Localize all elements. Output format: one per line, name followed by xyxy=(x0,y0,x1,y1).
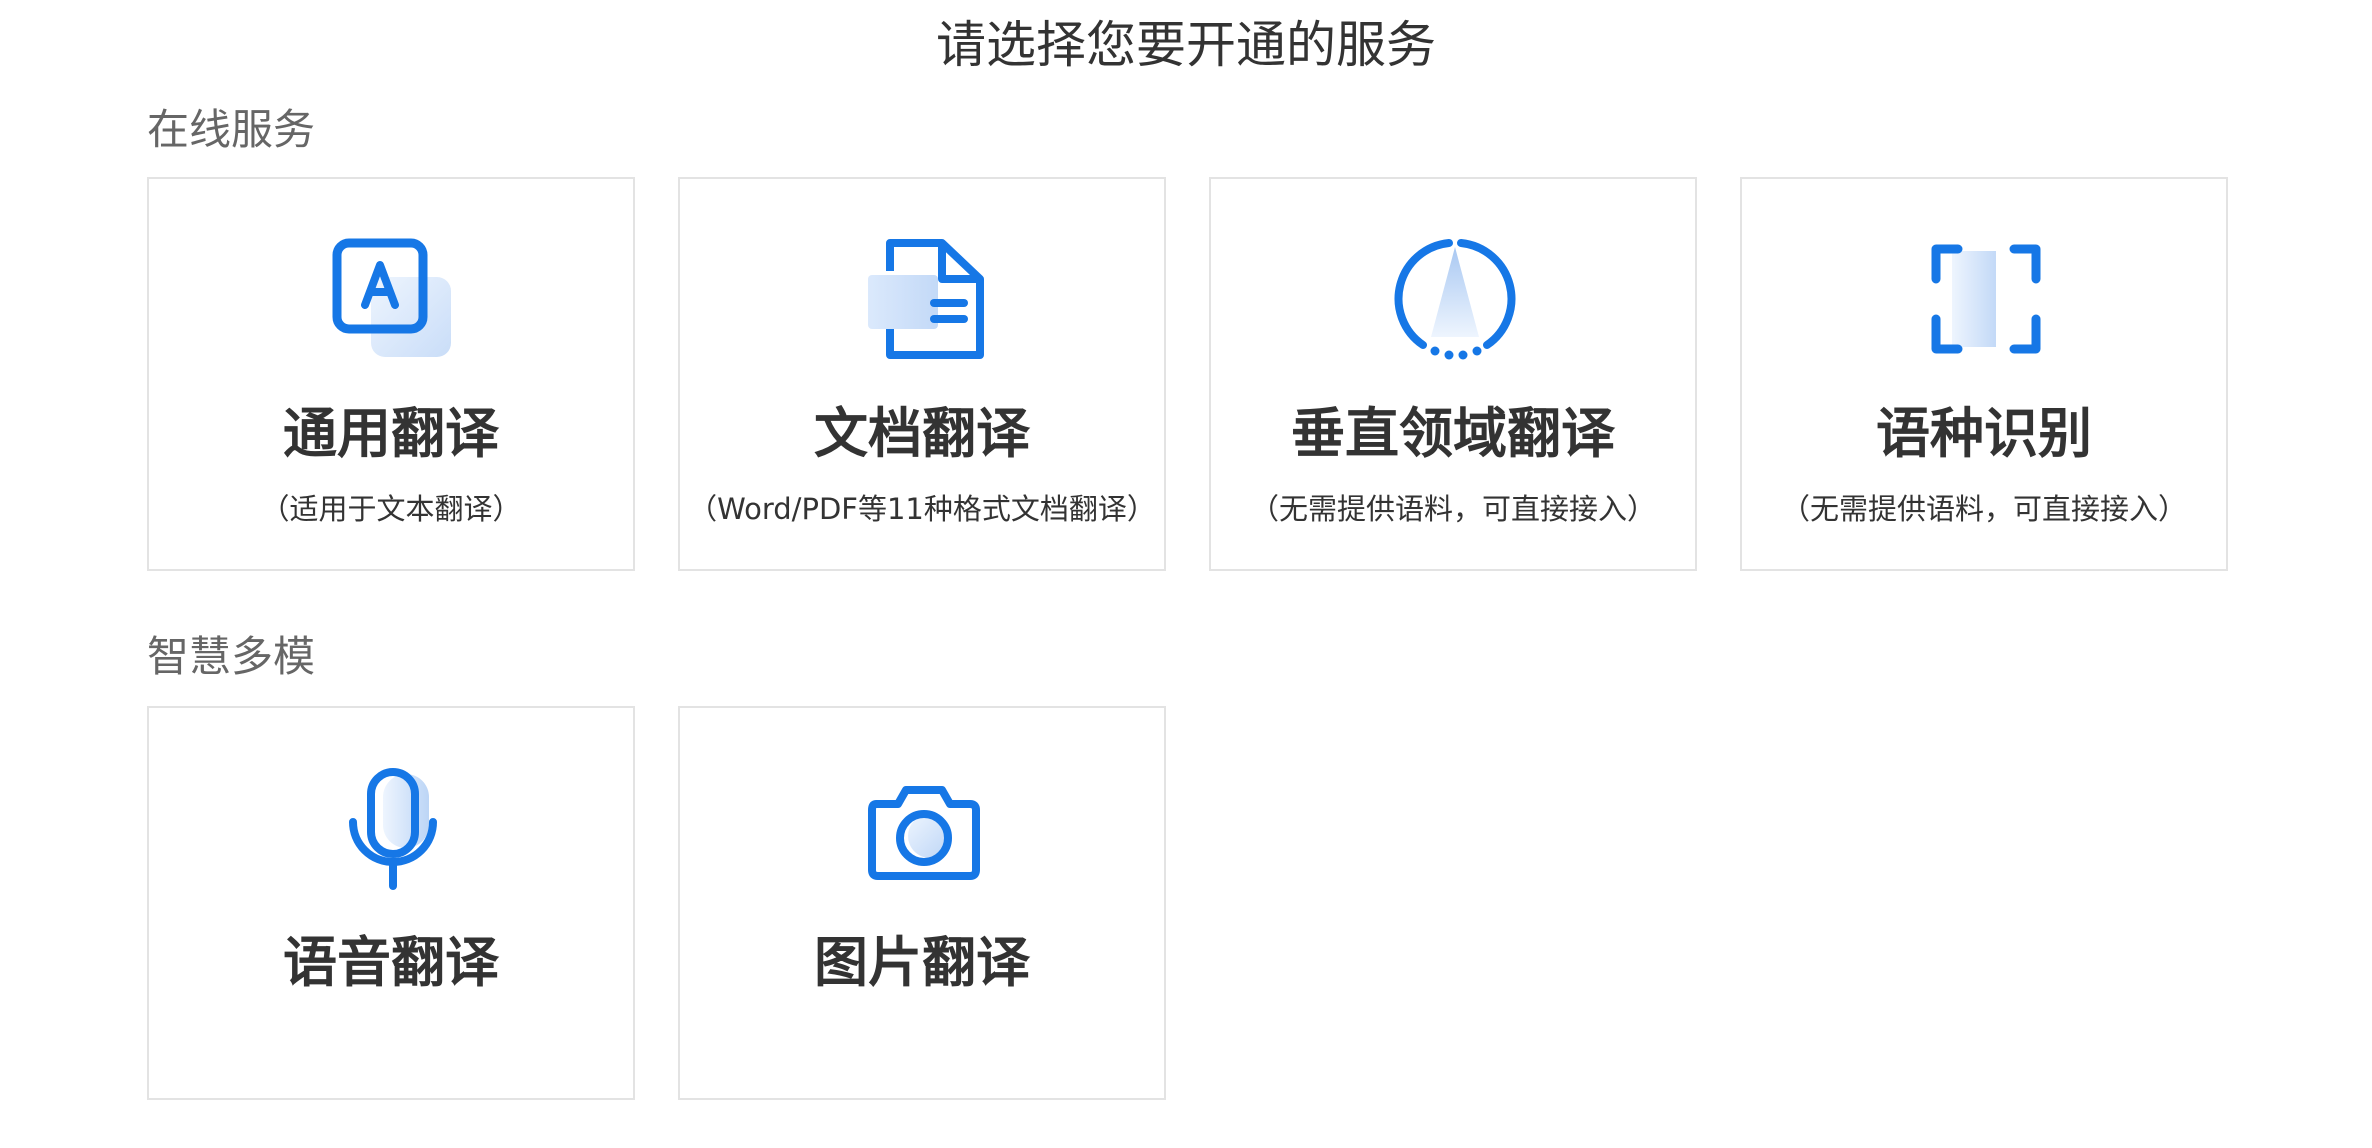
service-card-vertical-domain-translation[interactable]: 垂直领域翻译 （无需提供语料，可直接接入） xyxy=(1209,177,1697,571)
card-description: （无需提供语料，可直接接入） xyxy=(1780,492,2187,526)
card-title: 语种识别 xyxy=(1876,402,2092,465)
card-description: （Word/PDF等11种格式文档翻译） xyxy=(688,492,1156,526)
card-description: （无需提供语料，可直接接入） xyxy=(1249,492,1656,526)
service-card-general-translation[interactable]: 通用翻译 （适用于文本翻译） xyxy=(147,177,635,571)
service-card-image-translation[interactable]: 图片翻译 xyxy=(678,706,1166,1100)
section-label-smart-multimodal: 智慧多模 xyxy=(147,632,316,681)
card-title: 图片翻译 xyxy=(814,931,1030,994)
card-title: 垂直领域翻译 xyxy=(1291,402,1615,465)
service-card-language-identification[interactable]: 语种识别 （无需提供语料，可直接接入） xyxy=(1740,177,2228,571)
service-card-document-translation[interactable]: 文档翻译 （Word/PDF等11种格式文档翻译） xyxy=(678,177,1166,571)
card-description: （适用于文本翻译） xyxy=(260,492,522,526)
card-title: 语音翻译 xyxy=(283,931,499,994)
microphone-icon xyxy=(331,766,455,890)
camera-icon xyxy=(862,766,986,890)
scan-frame-icon xyxy=(1924,237,2048,361)
service-card-speech-translation[interactable]: 语音翻译 xyxy=(147,706,635,1100)
section-label-online-services: 在线服务 xyxy=(147,105,316,154)
card-title: 通用翻译 xyxy=(283,402,499,465)
text-translate-icon xyxy=(331,237,455,361)
page-title: 请选择您要开通的服务 xyxy=(936,16,1436,74)
card-title: 文档翻译 xyxy=(814,402,1030,465)
domain-gauge-icon xyxy=(1393,237,1517,361)
service-selection-page: 请选择您要开通的服务 在线服务 通用翻译 （适用于文本翻译） 文档翻译 （Wor… xyxy=(0,0,2372,1148)
document-icon xyxy=(862,237,986,361)
